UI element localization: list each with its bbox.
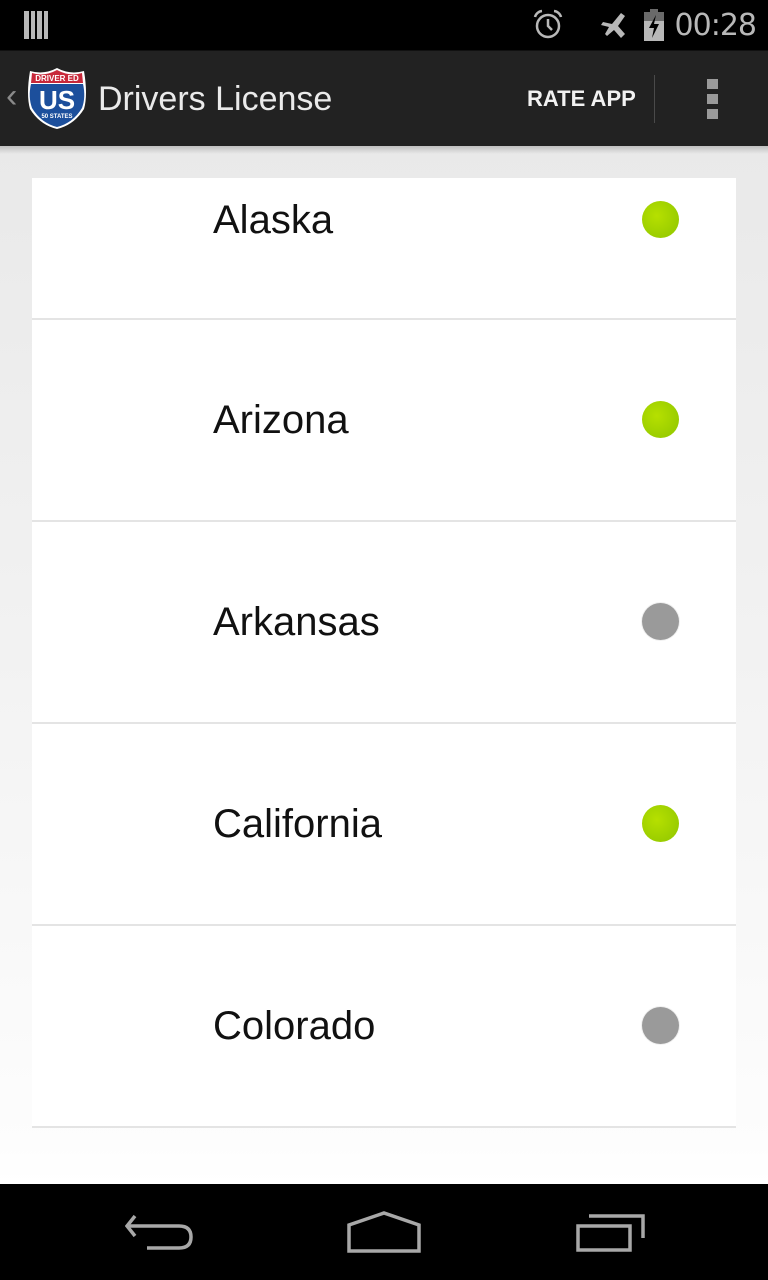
logo-top-text: DRIVER ED	[35, 74, 79, 83]
state-name: Arizona	[213, 398, 349, 442]
state-name: Alaska	[213, 198, 334, 242]
logo-main-text: US	[39, 85, 75, 115]
battery-charging-icon	[643, 9, 664, 41]
status-dot-incomplete-icon	[642, 603, 679, 640]
state-list-container[interactable]: Alaska Arizona Arkansas California Color…	[0, 146, 768, 1184]
overflow-menu-icon[interactable]	[690, 73, 734, 125]
clock: 00:28	[674, 7, 757, 43]
list-item[interactable]: Colorado	[32, 926, 736, 1128]
status-dot-complete-icon	[642, 201, 679, 238]
airplane-mode-icon	[600, 13, 625, 38]
home-button[interactable]	[329, 1204, 439, 1260]
state-list: Alaska Arizona Arkansas California Color…	[32, 178, 736, 1128]
app-logo-icon[interactable]: DRIVER ED US 50 STATES	[24, 65, 90, 131]
up-caret-icon[interactable]: ‹	[6, 79, 17, 113]
recents-button[interactable]	[556, 1204, 666, 1260]
rate-app-button[interactable]: RATE APP	[527, 81, 636, 117]
logo-bottom-text: 50 STATES	[41, 114, 72, 120]
status-bar: 00:28	[0, 0, 768, 50]
list-item[interactable]: Arizona	[32, 320, 736, 522]
list-item[interactable]: Arkansas	[32, 522, 736, 724]
list-item[interactable]: Alaska	[32, 178, 736, 320]
action-bar-divider	[654, 75, 655, 123]
navigation-bar	[0, 1184, 768, 1280]
app-title: Drivers License	[98, 80, 333, 118]
status-icons: 00:28	[531, 0, 757, 50]
back-button[interactable]	[105, 1204, 215, 1260]
state-name: Colorado	[213, 1004, 376, 1048]
action-bar: ‹ DRIVER ED US 50 STATES Drivers License…	[0, 50, 768, 146]
list-item[interactable]: California	[32, 724, 736, 926]
state-name: Arkansas	[213, 600, 380, 644]
notification-bars-icon	[24, 11, 48, 39]
alarm-icon	[533, 9, 562, 39]
state-name: California	[213, 802, 382, 846]
home-icon	[347, 1211, 421, 1253]
status-dot-complete-icon	[642, 401, 679, 438]
recents-icon	[576, 1214, 645, 1252]
back-icon	[125, 1214, 193, 1250]
status-dot-incomplete-icon	[642, 1007, 679, 1044]
status-dot-complete-icon	[642, 805, 679, 842]
